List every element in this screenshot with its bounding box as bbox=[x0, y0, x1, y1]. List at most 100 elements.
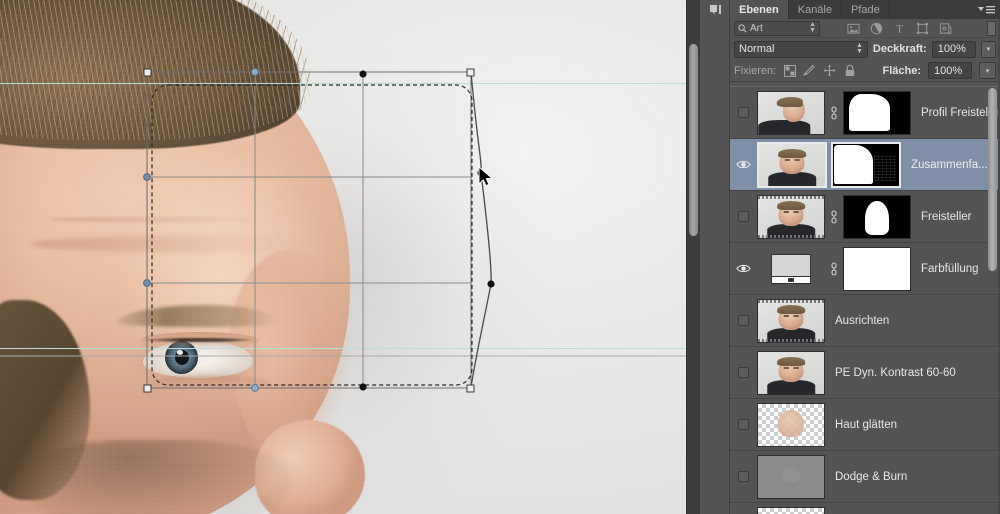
fill-value: 100% bbox=[934, 64, 963, 77]
filter-kind-label: Art bbox=[750, 22, 763, 34]
panel-menu-icon[interactable] bbox=[976, 3, 996, 16]
layer-thumbnails bbox=[757, 298, 825, 343]
layer-visibility-toggle[interactable] bbox=[730, 295, 757, 346]
filter-type-icon[interactable]: T bbox=[892, 21, 906, 35]
mask-link-icon[interactable] bbox=[828, 261, 840, 276]
layer-row[interactable]: Farbfüllung bbox=[730, 243, 1000, 295]
fill-field[interactable]: 100% bbox=[928, 62, 972, 79]
layer-visibility-toggle[interactable] bbox=[730, 347, 757, 398]
fill-stepper[interactable]: ▾ bbox=[979, 62, 996, 79]
layer-mask-thumbnail[interactable] bbox=[843, 90, 911, 135]
layer-thumbnail[interactable] bbox=[757, 402, 825, 447]
layers-scroll-thumb[interactable] bbox=[988, 88, 997, 271]
filter-smart-object-icon[interactable] bbox=[938, 21, 952, 35]
canvas-vertical-scrollbar[interactable] bbox=[686, 0, 700, 514]
layer-thumbnails bbox=[757, 90, 911, 135]
layer-list[interactable]: Profil Freisteller Zusammenfa... Freiste… bbox=[730, 86, 1000, 514]
thumbnail-portrait-transparent bbox=[758, 507, 824, 514]
visibility-off-box[interactable] bbox=[738, 419, 749, 430]
layers-vertical-scrollbar[interactable] bbox=[987, 88, 998, 512]
skin-texture bbox=[0, 0, 686, 514]
lock-all-icon[interactable] bbox=[843, 64, 856, 77]
mask-link-icon[interactable] bbox=[828, 209, 840, 224]
layer-visibility-toggle[interactable] bbox=[730, 191, 757, 242]
layer-name[interactable]: Dodge & Burn bbox=[825, 471, 1000, 483]
lock-transparency-icon[interactable] bbox=[783, 64, 796, 77]
layer-thumbnails bbox=[757, 246, 911, 291]
collapse-panels-icon[interactable] bbox=[708, 3, 724, 17]
thumbnail-portrait-transparent bbox=[758, 403, 824, 446]
layer-thumbnail[interactable] bbox=[757, 246, 825, 291]
filter-type-icons: T bbox=[846, 21, 952, 35]
layer-visibility-toggle[interactable] bbox=[730, 503, 757, 514]
layer-thumbnail[interactable] bbox=[757, 506, 825, 514]
tab-ebenen[interactable]: Ebenen bbox=[730, 0, 789, 19]
layer-mask-thumbnail[interactable] bbox=[843, 194, 911, 239]
visibility-off-box[interactable] bbox=[738, 211, 749, 222]
layer-thumbnails bbox=[757, 454, 825, 499]
layer-row[interactable]: Freisteller bbox=[730, 191, 1000, 243]
filter-enable-toggle[interactable] bbox=[987, 21, 996, 36]
layer-thumbnail[interactable] bbox=[757, 141, 827, 188]
layer-row[interactable]: Zusammenfa... bbox=[730, 139, 1000, 191]
blend-mode-spinner-icon[interactable]: ▲ ▼ bbox=[856, 42, 863, 55]
layer-thumbnails bbox=[757, 402, 825, 447]
fill-color-swatch bbox=[771, 253, 811, 284]
eye-visible-icon[interactable] bbox=[736, 263, 751, 274]
layer-thumbnail[interactable] bbox=[757, 194, 825, 239]
tab-pfade-label: Pfade bbox=[851, 3, 880, 16]
thumbnail-solid-fill bbox=[757, 246, 825, 291]
tab-kanaele-label: Kanäle bbox=[797, 3, 832, 16]
thumbnail-portrait-front bbox=[758, 351, 824, 394]
filter-adjustment-icon[interactable] bbox=[869, 21, 883, 35]
layer-visibility-toggle[interactable] bbox=[730, 87, 757, 138]
layer-row[interactable]: Profil Freisteller bbox=[730, 87, 1000, 139]
thumbnail-portrait-front bbox=[759, 143, 825, 186]
layer-thumbnail[interactable] bbox=[757, 90, 825, 135]
layer-visibility-toggle[interactable] bbox=[730, 399, 757, 450]
lock-image-icon[interactable] bbox=[803, 64, 816, 77]
layer-row[interactable]: Dodge & Burn bbox=[730, 451, 1000, 503]
guide-horizontal-bottom bbox=[0, 348, 686, 349]
layer-name[interactable]: Ausrichten bbox=[825, 315, 1000, 327]
blend-mode-select[interactable]: Normal ▲ ▼ bbox=[734, 40, 868, 58]
layer-thumbnail[interactable] bbox=[757, 350, 825, 395]
layer-row[interactable]: PE Dyn. Kontrast 60-60 bbox=[730, 347, 1000, 399]
layer-visibility-toggle[interactable] bbox=[730, 451, 757, 502]
filter-kind-select[interactable]: Art ▲ ▼ bbox=[734, 20, 820, 36]
opacity-stepper[interactable]: ▾ bbox=[980, 40, 996, 58]
portrait-photo bbox=[0, 0, 686, 514]
visibility-off-box[interactable] bbox=[738, 367, 749, 378]
tab-pfade[interactable]: Pfade bbox=[842, 0, 890, 19]
panel-tab-bar: Ebenen Kanäle Pfade bbox=[730, 0, 1000, 19]
layer-mask-thumbnail[interactable] bbox=[843, 246, 911, 291]
layer-mask-thumbnail[interactable] bbox=[831, 141, 901, 188]
mask-silhouette-profile bbox=[844, 91, 910, 134]
thumbnail-portrait-front-dashed bbox=[758, 195, 824, 238]
layer-name[interactable]: PE Dyn. Kontrast 60-60 bbox=[825, 367, 1000, 379]
opacity-field[interactable]: 100% bbox=[931, 40, 976, 58]
dock-collapse-strip[interactable] bbox=[700, 0, 730, 514]
layer-name[interactable]: Zusammenfa... bbox=[901, 159, 1000, 171]
filter-pixel-icon[interactable] bbox=[846, 21, 860, 35]
layer-thumbnail[interactable] bbox=[757, 454, 825, 499]
layer-row[interactable] bbox=[730, 503, 1000, 514]
layer-name[interactable]: Haut glätten bbox=[825, 419, 1000, 431]
document-canvas[interactable] bbox=[0, 0, 686, 514]
filter-shape-icon[interactable] bbox=[915, 21, 929, 35]
mask-link-icon[interactable] bbox=[828, 105, 840, 120]
visibility-off-box[interactable] bbox=[738, 471, 749, 482]
layer-row[interactable]: Ausrichten bbox=[730, 295, 1000, 347]
visibility-off-box[interactable] bbox=[738, 107, 749, 118]
canvas-scroll-thumb[interactable] bbox=[689, 44, 698, 236]
layer-visibility-toggle[interactable] bbox=[730, 243, 757, 294]
layer-visibility-toggle[interactable] bbox=[730, 139, 757, 190]
eye-visible-icon[interactable] bbox=[736, 159, 751, 170]
layer-thumbnails bbox=[757, 194, 911, 239]
layer-thumbnail[interactable] bbox=[757, 298, 825, 343]
layer-row[interactable]: Haut glätten bbox=[730, 399, 1000, 451]
filter-kind-spinner-icon[interactable]: ▲ ▼ bbox=[809, 21, 816, 34]
visibility-off-box[interactable] bbox=[738, 315, 749, 326]
tab-kanaele[interactable]: Kanäle bbox=[788, 0, 842, 19]
lock-position-icon[interactable] bbox=[823, 64, 836, 77]
